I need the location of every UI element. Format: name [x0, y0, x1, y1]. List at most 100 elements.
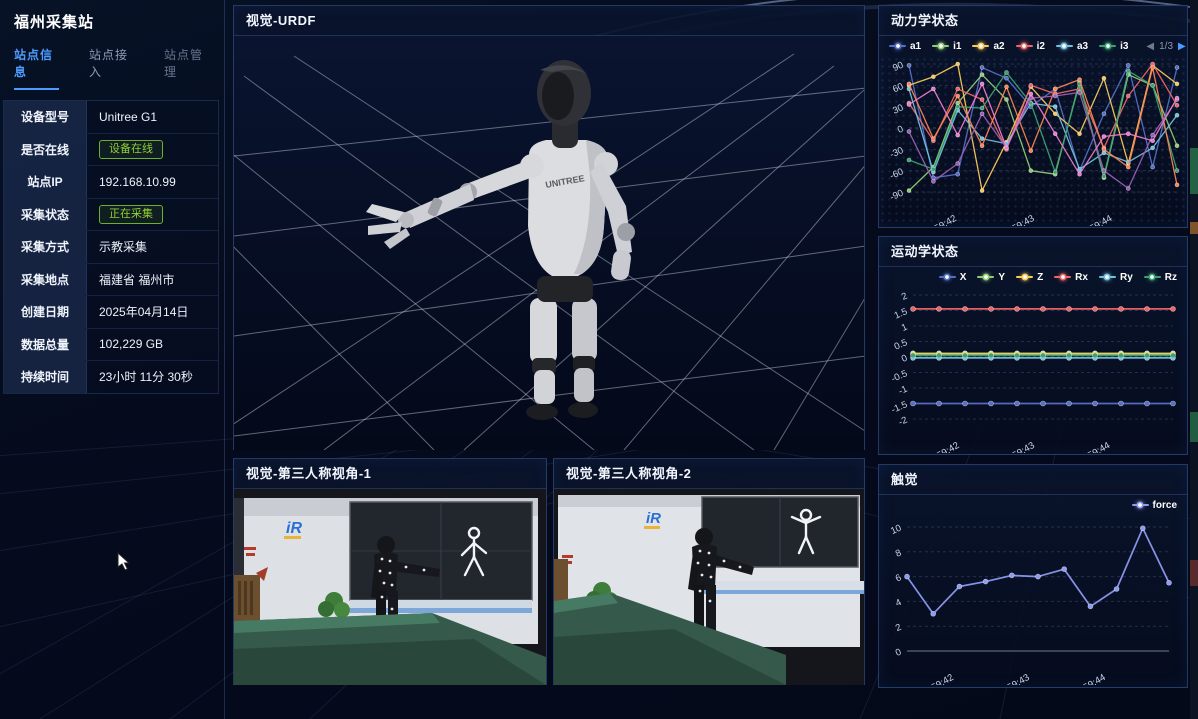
info-row: 设备型号Unitree G1: [4, 101, 218, 134]
legend-label: a2: [993, 41, 1004, 52]
tab-site-manage[interactable]: 站点管理: [164, 46, 209, 90]
svg-text:08:59:43: 08:59:43: [999, 213, 1037, 226]
legend-next-icon[interactable]: ▶: [1178, 41, 1186, 52]
svg-text:0: 0: [900, 353, 909, 365]
svg-text:90: 90: [891, 60, 905, 74]
legend-label: Rx: [1075, 272, 1088, 283]
svg-text:0: 0: [894, 647, 903, 659]
legend-item-i2[interactable]: i2: [1016, 41, 1045, 52]
kinematics-panel: 运动学状态 XYZRxRyRz 21.510.50-0.5-1-1.5-208:…: [878, 236, 1188, 455]
legend-marker-icon: [1132, 504, 1149, 506]
screen-edge-strip: [1190, 0, 1198, 719]
legend-marker-icon: [1054, 276, 1071, 278]
dynamics-legend: a1i1a2i2a3i3 ◀ 1/3 ▶: [879, 36, 1187, 56]
video1-feed[interactable]: iR: [234, 489, 546, 685]
legend-marker-icon: [1056, 45, 1073, 47]
info-label: 持续时间: [4, 361, 87, 393]
info-label: 创建日期: [4, 296, 87, 328]
urdf-viewport[interactable]: UNITREE: [234, 36, 864, 450]
legend-marker-icon: [932, 45, 949, 47]
status-badge: 正在采集: [99, 205, 163, 224]
video2-scene: iR: [554, 489, 864, 685]
svg-text:4: 4: [894, 597, 903, 609]
legend-label: Z: [1037, 272, 1043, 283]
legend-marker-icon: [1016, 276, 1033, 278]
svg-text:-0.5: -0.5: [890, 368, 909, 385]
info-label: 设备型号: [4, 101, 87, 133]
legend-label: Rz: [1165, 272, 1177, 283]
legend-item-a1[interactable]: a1: [889, 41, 921, 52]
legend-label: i2: [1037, 41, 1045, 52]
info-value: 23小时 11分 30秒: [87, 361, 218, 393]
kinematics-chart[interactable]: 21.510.50-0.5-1-1.5-208:59:4208:59:4308:…: [879, 287, 1185, 453]
dashboard-root: { "station": { "title": "福州采集站", "tabs":…: [0, 0, 1198, 719]
svg-text:2: 2: [900, 291, 909, 303]
svg-text:08:59:42: 08:59:42: [924, 440, 962, 453]
legend-item-Rz[interactable]: Rz: [1144, 272, 1177, 283]
legend-marker-icon: [972, 45, 989, 47]
station-title: 福州采集站: [0, 0, 223, 38]
legend-marker-icon: [1016, 45, 1033, 47]
info-value: 192.168.10.99: [87, 166, 218, 198]
legend-prev-icon[interactable]: ◀: [1146, 41, 1154, 52]
legend-item-X[interactable]: X: [939, 272, 967, 283]
urdf-panel: 视觉-URDF: [233, 5, 865, 450]
svg-text:10: 10: [889, 523, 903, 537]
info-label: 是否在线: [4, 134, 87, 166]
legend-label: Ry: [1120, 272, 1133, 283]
svg-text:8: 8: [894, 547, 903, 559]
info-label: 采集状态: [4, 199, 87, 231]
info-value: 示教采集: [87, 231, 218, 263]
dynamics-panel-title: 动力学状态: [879, 6, 1187, 36]
legend-label: force: [1153, 500, 1177, 511]
svg-text:60: 60: [891, 81, 905, 95]
svg-text:30: 30: [891, 102, 905, 116]
svg-text:08:59:44: 08:59:44: [1075, 440, 1113, 453]
tactile-chart[interactable]: 108642008:59:4208:59:4308:59:44: [879, 515, 1185, 685]
svg-text:-1.5: -1.5: [890, 399, 909, 416]
kinematics-panel-title: 运动学状态: [879, 237, 1187, 267]
legend-marker-icon: [889, 45, 906, 47]
legend-item-i1[interactable]: i1: [932, 41, 961, 52]
legend-item-Z[interactable]: Z: [1016, 272, 1043, 283]
video2-panel: 视觉-第三人称视角-2 iR: [553, 458, 865, 685]
status-badge: 设备在线: [99, 140, 163, 159]
urdf-panel-title: 视觉-URDF: [234, 6, 864, 36]
legend-label: a3: [1077, 41, 1088, 52]
dynamics-panel: 动力学状态 a1i1a2i2a3i3 ◀ 1/3 ▶ 9060300-30-60…: [878, 5, 1188, 228]
legend-item-a2[interactable]: a2: [972, 41, 1004, 52]
legend-marker-icon: [1099, 45, 1116, 47]
svg-text:08:59:44: 08:59:44: [1077, 213, 1115, 226]
legend-item-force[interactable]: force: [1132, 500, 1177, 511]
legend-item-i3[interactable]: i3: [1099, 41, 1128, 52]
legend-label: Y: [998, 272, 1005, 283]
video2-feed[interactable]: iR: [554, 489, 864, 685]
dynamics-chart[interactable]: 9060300-30-60-9008:59:4208:59:4308:59:44: [879, 56, 1185, 226]
video2-wall-logo: iR: [646, 510, 661, 527]
legend-item-Ry[interactable]: Ry: [1099, 272, 1133, 283]
tab-site-access[interactable]: 站点接入: [89, 46, 134, 90]
info-row: 持续时间23小时 11分 30秒: [4, 361, 218, 393]
legend-marker-icon: [939, 276, 956, 278]
video1-scene: iR: [234, 489, 546, 685]
legend-marker-icon: [1144, 276, 1161, 278]
video1-panel-title: 视觉-第三人称视角-1: [234, 459, 546, 489]
legend-item-Y[interactable]: Y: [977, 272, 1005, 283]
legend-item-Rx[interactable]: Rx: [1054, 272, 1088, 283]
svg-text:08:59:43: 08:59:43: [994, 672, 1032, 685]
tactile-legend: force: [879, 495, 1187, 515]
video2-panel-title: 视觉-第三人称视角-2: [554, 459, 864, 489]
svg-text:08:59:44: 08:59:44: [1070, 672, 1108, 685]
kinematics-legend: X Y Z Rx Ry Rz: [879, 267, 1187, 287]
station-info-column: 福州采集站 站点信息 站点接入 站点管理 设备型号Unitree G1是否在线设…: [0, 0, 223, 719]
info-value: 正在采集: [87, 199, 218, 231]
info-value: 福建省 福州市: [87, 264, 218, 296]
legend-item-a3[interactable]: a3: [1056, 41, 1088, 52]
svg-text:1: 1: [900, 322, 909, 334]
svg-text:0: 0: [896, 124, 905, 136]
legend-label: i1: [953, 41, 961, 52]
svg-text:-2: -2: [897, 415, 909, 428]
tab-site-info[interactable]: 站点信息: [14, 46, 59, 90]
mouse-cursor: [117, 552, 133, 572]
info-row: 创建日期2025年04月14日: [4, 296, 218, 329]
